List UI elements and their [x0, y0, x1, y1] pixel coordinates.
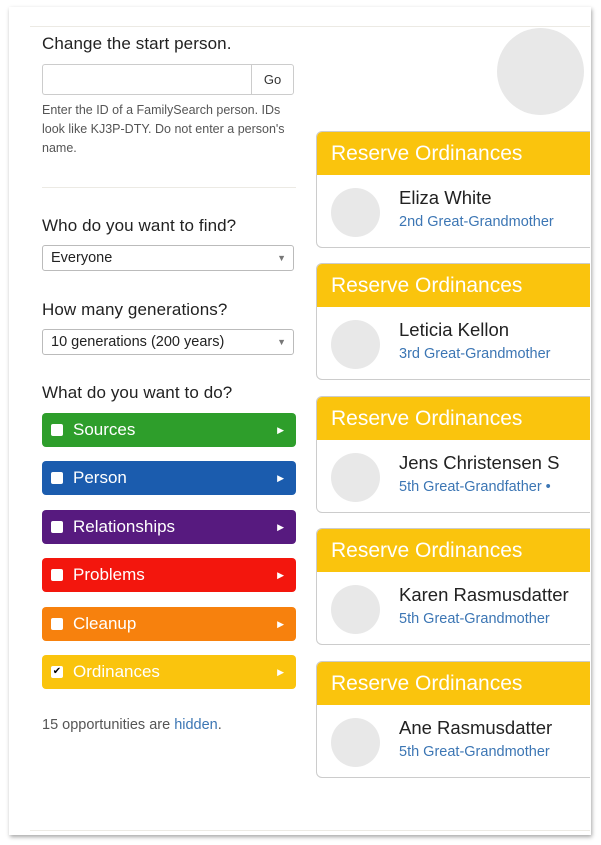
person-name[interactable]: Karen Rasmusdatter	[399, 584, 569, 606]
card-title[interactable]: Reserve Ordinances	[317, 397, 590, 440]
person-name[interactable]: Eliza White	[399, 187, 492, 209]
category-checkbox[interactable]	[51, 424, 63, 436]
hidden-opportunities-note: 15 opportunities are hidden.	[42, 717, 222, 733]
category-checkbox[interactable]	[51, 472, 63, 484]
category-person[interactable]: Person ▶	[42, 461, 296, 495]
card-title[interactable]: Reserve Ordinances	[317, 662, 590, 705]
card-body: Jens Christensen S 5th Great-Grandfather …	[317, 440, 590, 512]
person-avatar	[331, 188, 380, 237]
person-avatar	[331, 585, 380, 634]
category-relationships[interactable]: Relationships ▶	[42, 510, 296, 544]
checkmark-icon: ✔	[52, 666, 62, 677]
hidden-link[interactable]: hidden	[174, 717, 218, 733]
person-name[interactable]: Jens Christensen S	[399, 452, 559, 474]
actions-heading: What do you want to do?	[42, 383, 233, 402]
person-relationship: 5th Great-Grandfather •	[399, 479, 551, 495]
category-ordinances[interactable]: ✔ Ordinances ▶	[42, 655, 296, 689]
category-label: Ordinances	[73, 662, 160, 681]
arrow-right-icon: ▶	[277, 666, 284, 677]
person-name[interactable]: Leticia Kellon	[399, 319, 509, 341]
card-body: Ane Rasmusdatter 5th Great-Grandmother	[317, 705, 590, 777]
page-frame: Change the start person. Go Enter the ID…	[9, 7, 591, 835]
generations-select[interactable]: 10 generations (200 years) ▼	[42, 329, 294, 355]
card-title[interactable]: Reserve Ordinances	[317, 264, 590, 307]
opportunity-card: Reserve Ordinances Ane Rasmusdatter 5th Gr…	[316, 661, 590, 778]
generations-select-value: 10 generations (200 years)	[51, 334, 225, 350]
arrow-right-icon: ▶	[277, 521, 284, 532]
card-body: Karen Rasmusdatter 5th Great-Grandmother	[317, 572, 590, 644]
person-avatar	[331, 718, 380, 767]
category-label: Relationships	[73, 517, 176, 536]
category-checkbox[interactable]: ✔	[51, 666, 63, 678]
arrow-right-icon: ▶	[277, 424, 284, 435]
arrow-right-icon: ▶	[277, 569, 284, 580]
who-heading: Who do you want to find?	[42, 216, 237, 235]
person-avatar	[331, 320, 380, 369]
opportunity-card: Reserve Ordinances Leticia Kellon 3rd Grea…	[316, 263, 590, 380]
person-name[interactable]: Ane Rasmusdatter	[399, 717, 552, 739]
arrow-right-icon: ▶	[277, 618, 284, 629]
card-title[interactable]: Reserve Ordinances	[317, 132, 590, 175]
hidden-note-text: 15 opportunities are	[42, 717, 175, 733]
category-label: Person	[73, 468, 127, 487]
card-body: Eliza White 2nd Great-Grandmother	[317, 175, 590, 247]
category-cleanup[interactable]: Cleanup ▶	[42, 607, 296, 641]
category-checkbox[interactable]	[51, 618, 63, 630]
arrow-right-icon: ▶	[277, 472, 284, 483]
content-area: Change the start person. Go Enter the ID…	[30, 26, 590, 831]
go-button[interactable]: Go	[251, 64, 294, 95]
opportunity-card: Reserve Ordinances Karen Rasmusdatter 5th …	[316, 528, 590, 645]
opportunity-card: Reserve Ordinances Jens Christensen S 5th …	[316, 396, 590, 513]
category-label: Problems	[73, 565, 145, 584]
generations-heading: How many generations?	[42, 300, 228, 319]
card-body: Leticia Kellon 3rd Great-Grandmother	[317, 307, 590, 379]
caret-down-icon: ▼	[277, 253, 286, 263]
person-relationship: 5th Great-Grandmother	[399, 611, 550, 627]
start-person-avatar	[497, 28, 584, 115]
start-person-input-group: Go	[42, 64, 294, 95]
category-label: Cleanup	[73, 614, 137, 633]
divider	[42, 187, 296, 188]
category-label: Sources	[73, 420, 136, 439]
person-id-input[interactable]	[42, 64, 251, 95]
card-title[interactable]: Reserve Ordinances	[317, 529, 590, 572]
opportunity-card: Reserve Ordinances Eliza White 2nd Great-G…	[316, 131, 590, 248]
category-problems[interactable]: Problems ▶	[42, 558, 296, 592]
category-sources[interactable]: Sources ▶	[42, 413, 296, 447]
start-person-heading: Change the start person.	[42, 34, 232, 53]
person-id-help-text: Enter the ID of a FamilySearch person. I…	[42, 103, 285, 155]
who-select[interactable]: Everyone ▼	[42, 245, 294, 271]
category-checkbox[interactable]	[51, 521, 63, 533]
who-select-value: Everyone	[51, 250, 113, 266]
hidden-note-period: .	[217, 717, 222, 733]
person-relationship: 2nd Great-Grandmother	[399, 214, 554, 230]
person-relationship: 5th Great-Grandmother	[399, 744, 550, 760]
caret-down-icon: ▼	[277, 337, 286, 347]
person-relationship: 3rd Great-Grandmother	[399, 346, 551, 362]
category-checkbox[interactable]	[51, 569, 63, 581]
person-avatar	[331, 453, 380, 502]
